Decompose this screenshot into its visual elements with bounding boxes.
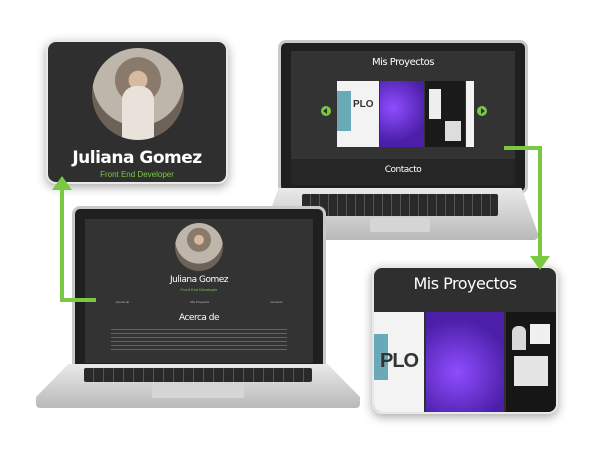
- avatar-figure: [122, 86, 154, 140]
- main-name: Juliana Gomez: [170, 275, 228, 285]
- profile-card: Juliana Gomez Front End Developer: [46, 40, 228, 184]
- projects-laptop-title: Mis Proyectos: [372, 57, 434, 68]
- main-role: Front End Developer: [180, 287, 218, 292]
- nav-item-contact[interactable]: Contacto: [270, 300, 282, 304]
- project-thumb-2[interactable]: [380, 81, 424, 147]
- carousel-prev-button[interactable]: [321, 106, 331, 116]
- projects-card-thumb-1[interactable]: PLO: [374, 312, 424, 412]
- arrow-down-head: [530, 256, 550, 270]
- projects-card-thumb-2[interactable]: [426, 312, 504, 412]
- projects-trackpad: [370, 218, 430, 232]
- project-thumb-4[interactable]: [466, 81, 474, 147]
- main-laptop-lid: Juliana Gomez Front End Developer Acerca…: [72, 206, 326, 372]
- main-trackpad: [152, 384, 244, 398]
- main-keyboard: [84, 368, 312, 382]
- main-laptop-screen: Juliana Gomez Front End Developer Acerca…: [85, 219, 313, 363]
- projects-keyboard: [302, 194, 498, 216]
- projects-card-title: Mis Proyectos: [413, 274, 517, 293]
- carousel-next-button[interactable]: [477, 106, 487, 116]
- chevron-right-icon: [481, 108, 485, 114]
- arrow-to-profile-horizontal: [60, 298, 96, 302]
- about-text-block: [111, 329, 287, 353]
- contact-bar: Contacto: [291, 159, 515, 185]
- arrow-to-projects-vertical: [538, 146, 542, 258]
- arrow-to-projects-horizontal: [504, 146, 542, 150]
- project-thumb-3[interactable]: [425, 81, 465, 147]
- profile-avatar: [92, 48, 184, 140]
- main-avatar: [175, 223, 223, 271]
- profile-role: Front End Developer: [100, 170, 174, 179]
- nav-item-projects[interactable]: Mis Proyectos: [190, 300, 209, 304]
- project-thumb-1[interactable]: PLO: [337, 81, 379, 147]
- about-title: Acerca de: [178, 313, 220, 323]
- chevron-left-icon: [323, 108, 327, 114]
- projects-laptop-screen: Mis Proyectos PLO Contacto: [291, 51, 515, 185]
- projects-card: Mis Proyectos PLO: [372, 266, 558, 414]
- arrow-to-profile-vertical: [60, 190, 64, 302]
- thumb-text: PLO: [353, 99, 374, 110]
- contact-label[interactable]: Contacto: [291, 165, 515, 175]
- main-laptop-base: [36, 364, 360, 408]
- nav-item-about[interactable]: Acerca de: [116, 300, 130, 304]
- profile-name: Juliana Gomez: [72, 148, 202, 168]
- projects-card-thumb-3[interactable]: [506, 312, 556, 412]
- projects-card-thumb-text: PLO: [380, 350, 419, 372]
- main-nav: Acerca de Mis Proyectos Contacto: [85, 297, 313, 307]
- projects-laptop-lid: Mis Proyectos PLO Contacto: [278, 40, 528, 194]
- arrow-up-head: [52, 176, 72, 190]
